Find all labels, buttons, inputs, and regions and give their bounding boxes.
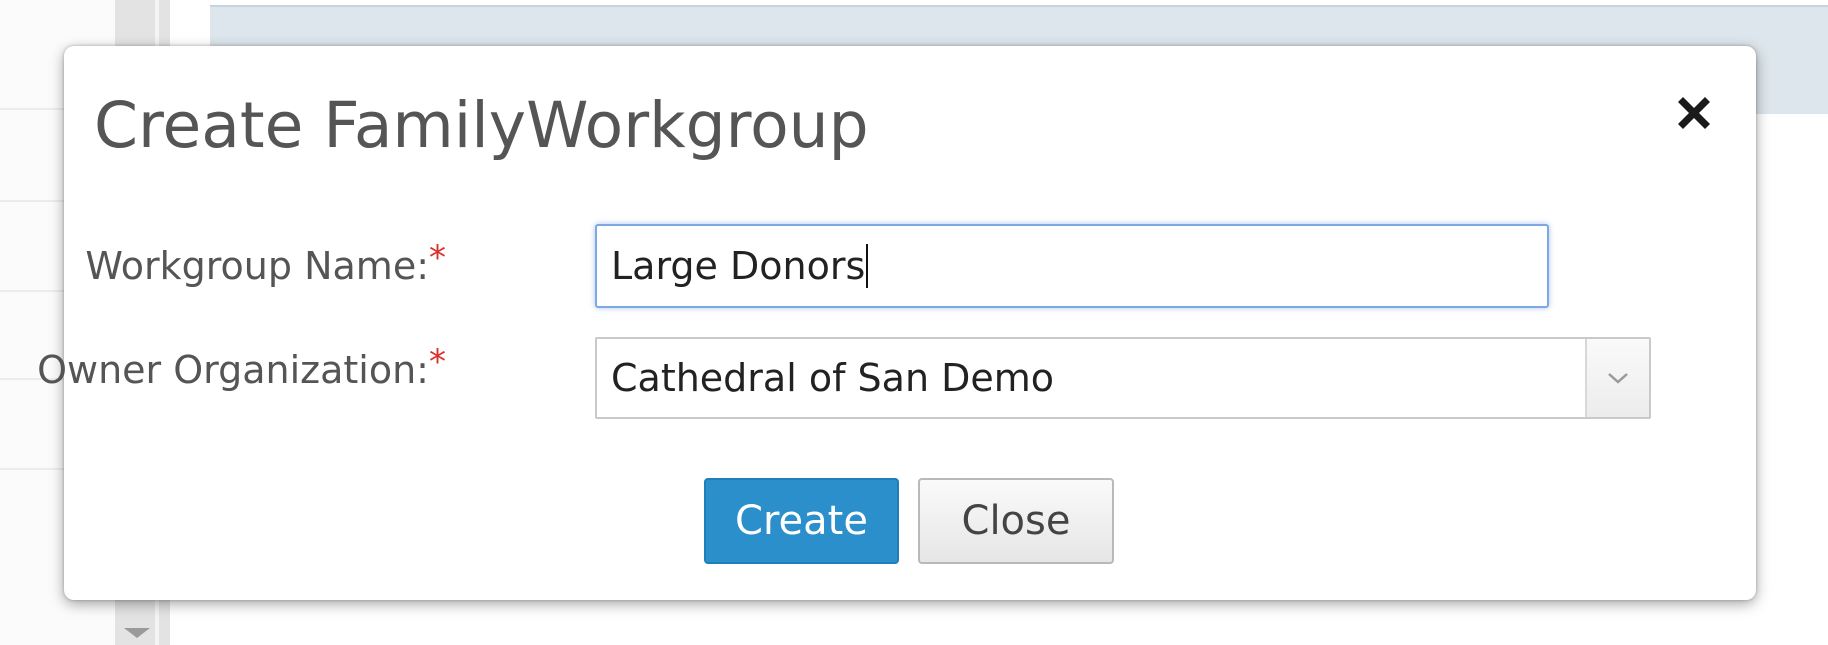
dropdown-toggle[interactable]	[1585, 339, 1649, 417]
workgroup-name-label-text: Workgroup Name:	[85, 244, 429, 288]
create-button[interactable]: Create	[704, 478, 899, 564]
workgroup-name-value: Large Donors	[611, 244, 866, 288]
workgroup-name-label: Workgroup Name:*	[85, 238, 446, 288]
scroll-down-arrow-icon	[124, 628, 150, 638]
text-caret	[866, 244, 869, 288]
close-icon	[1678, 97, 1710, 129]
chevron-down-icon	[1608, 373, 1628, 384]
required-marker: *	[429, 238, 446, 278]
workgroup-name-input[interactable]: Large Donors	[595, 224, 1549, 308]
owner-organization-selected-value: Cathedral of San Demo	[611, 356, 1055, 400]
owner-organization-select[interactable]: Cathedral of San Demo	[595, 337, 1651, 419]
owner-organization-label: Owner Organization:*	[37, 342, 446, 392]
close-button[interactable]: Close	[918, 478, 1114, 564]
dialog-title: Create FamilyWorkgroup	[94, 89, 869, 162]
create-workgroup-dialog: Create FamilyWorkgroup Workgroup Name:* …	[37, 46, 1756, 600]
required-marker: *	[429, 342, 446, 382]
owner-organization-label-text: Owner Organization:	[37, 348, 429, 392]
close-dialog-button[interactable]	[1669, 88, 1719, 138]
